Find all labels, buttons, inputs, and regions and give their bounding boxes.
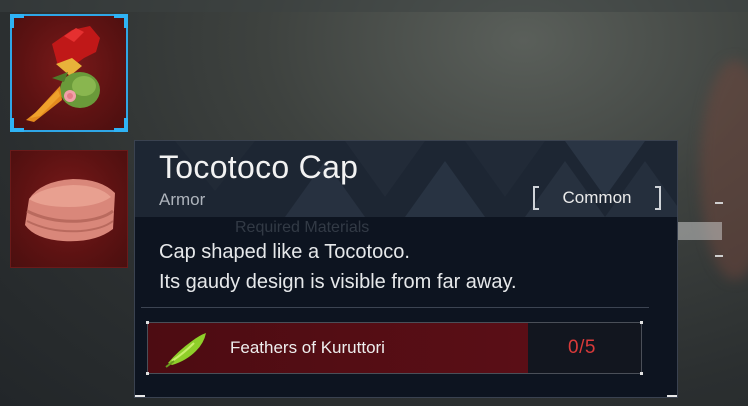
tooltip-corner-tick xyxy=(667,395,677,397)
bracket-right xyxy=(655,186,661,210)
backdrop-strip xyxy=(672,222,722,240)
tooltip-corner-tick xyxy=(135,395,145,397)
row-corner xyxy=(146,321,149,324)
rarity-label: Common xyxy=(562,188,632,207)
backdrop-blur-right xyxy=(700,60,748,280)
material-count: 0/5 xyxy=(568,337,596,358)
rarity-badge: Common xyxy=(533,186,661,210)
feather-icon xyxy=(165,333,206,368)
item-slot-cloth[interactable] xyxy=(10,150,128,268)
description-line: Its gaudy design is visible from far awa… xyxy=(159,271,517,293)
item-title: Tocotoco Cap xyxy=(159,149,359,185)
row-corner xyxy=(640,321,643,324)
tooltip-header: Tocotoco Cap Armor Common xyxy=(135,141,677,217)
tocotoco-cap-icon xyxy=(26,26,100,122)
backdrop-dash xyxy=(715,202,723,204)
backdrop-top xyxy=(0,0,748,12)
item-slot-tocotoco-cap[interactable] xyxy=(10,14,128,132)
divider xyxy=(141,307,649,308)
material-name: Feathers of Kuruttori xyxy=(230,338,385,357)
backdrop-dash xyxy=(715,255,723,257)
background-heading: Required Materials xyxy=(235,219,370,236)
item-category: Armor xyxy=(159,190,206,209)
item-description: Cap shaped like a Tocotoco. Its gaudy de… xyxy=(159,237,517,297)
material-row: Feathers of Kuruttori 0/5 xyxy=(146,321,643,375)
bracket-left xyxy=(533,186,539,210)
item-tooltip: Tocotoco Cap Armor Common Required Mater… xyxy=(134,140,678,398)
cloth-icon xyxy=(25,179,115,242)
row-corner xyxy=(146,372,149,375)
row-corner xyxy=(640,372,643,375)
description-line: Cap shaped like a Tocotoco. xyxy=(159,241,410,263)
